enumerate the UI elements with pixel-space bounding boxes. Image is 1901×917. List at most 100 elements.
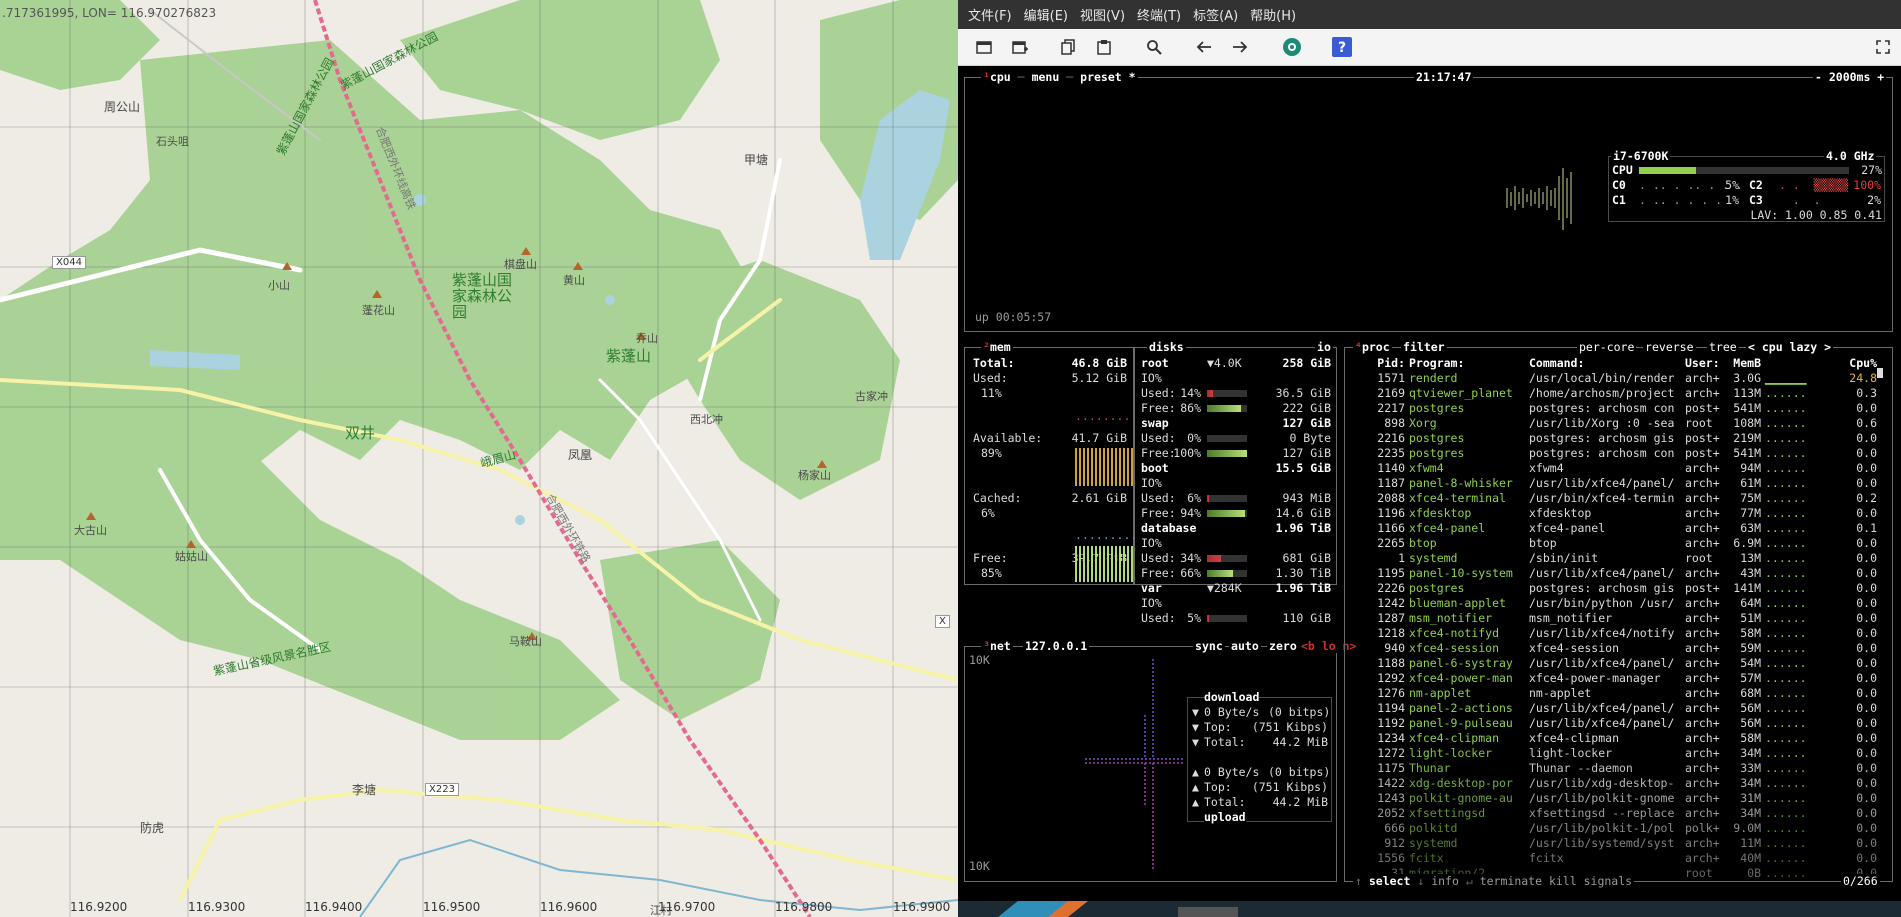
proc-row[interactable]: 1196 xfdesktop xfdesktop arch+ 77M 0.0...... [1345,506,1877,521]
disks-box: ddisks iio root▼4.0K258 GiBIO%Used:14%36… [1134,340,1337,625]
menu-terminal[interactable]: 终端(T) [1137,5,1181,24]
proc-row[interactable]: 1242 blueman-applet/usr/bin/python /usr/a… [1345,596,1877,611]
proc-row[interactable]: 666 polkitd/usr/lib/polkit-1/pol polk+ 9.0M… [1345,821,1877,836]
proc-row[interactable]: 2265 btop btop arch+ 6.9M 0.0...... [1345,536,1877,551]
proc-row[interactable]: 1175 Thunar Thunar --daemon arch+ 33M 0.0....… [1345,761,1877,776]
proc-pid: 1571 [1377,371,1405,385]
io-toggle[interactable]: iio [1315,340,1333,354]
copy-icon[interactable] [1056,35,1080,59]
net-interface[interactable]: 127.0.0.1 [1023,639,1090,653]
terminal-window[interactable]: 文件(F) 编辑(E) 视图(V) 终端(T) 标签(A) 帮助(H) ? ¹c… [958,0,1901,917]
menu-help[interactable]: 帮助(H) [1250,5,1296,24]
tree-toggle[interactable]: tree [1707,340,1739,354]
proc-filter[interactable]: ffilter [1401,340,1447,354]
disk-used-value: 681 GiB [1282,551,1331,565]
menu-view[interactable]: 视图(V) [1080,5,1125,24]
col-pid[interactable]: Pid: [1365,356,1405,371]
proc-row[interactable]: 1 systemd/sbin/init root 13M 0.0...... [1345,551,1877,566]
signals-action[interactable]: signals [1584,874,1632,888]
proc-row[interactable]: 1243 polkit-gnome-au/usr/lib/polkit-gnome… [1345,791,1877,806]
menu-edit[interactable]: 编辑(E) [1024,5,1068,24]
proc-row[interactable]: 1422 xdg-desktop-por/usr/lib/xdg-desktop-… [1345,776,1877,791]
net-auto-toggle[interactable]: aauto [1229,639,1261,653]
proc-row[interactable]: 1272 light-locker light-locker arch+ 34M 0.0.… [1345,746,1877,761]
settings-icon[interactable] [1280,35,1304,59]
info-action[interactable]: info [1431,874,1459,888]
disk-used-bar [1207,390,1247,397]
proc-row[interactable]: 1187 panel-8-whisker/usr/lib/xfce4/panel/… [1345,476,1877,491]
arrow-left-icon[interactable] [1192,35,1216,59]
proc-row[interactable]: 898 Xorg/usr/lib/Xorg :0 -sea root 108M 0.6.… [1345,416,1877,431]
proc-row[interactable]: 2216 postgres postgres: archosm gis post+ 21… [1345,431,1877,446]
proc-row[interactable]: 1194 panel-2-actions/usr/lib/xfce4/panel/… [1345,701,1877,716]
proc-cpu: 0.0 [1856,626,1877,640]
proc-row[interactable]: 1276 nm-applet nm-applet arch+ 68M 0.0...... [1345,686,1877,701]
col-command[interactable]: Command: [1529,356,1584,371]
proc-user: arch+ [1685,476,1720,490]
tab-preset[interactable]: ppreset * [1080,70,1136,84]
reverse-toggle[interactable]: rreverse [1643,340,1696,354]
proc-row[interactable]: 2217 postgres postgres: archosm con post+ 54… [1345,401,1877,416]
sort-selector[interactable]: < cpu lazy > [1746,340,1834,354]
proc-row[interactable]: 2235 postgres postgres: archosm con post+ 54… [1345,446,1877,461]
menu-file[interactable]: 文件(F) [968,5,1012,24]
proc-row[interactable]: 1195 panel-10-system/usr/lib/xfce4/panel/… [1345,566,1877,581]
proc-row[interactable]: 1234 xfce4-clipman xfce4-clipman arch+ 58M 0.… [1345,731,1877,746]
proc-command: fcitx [1529,851,1564,865]
proc-row[interactable]: 1556 fcitx fcitx arch+ 40M 0.0...... [1345,851,1877,866]
proc-row[interactable]: 1571 renderd/usr/local/bin/render arch+ 3.0… [1345,371,1877,386]
proc-user: polk+ [1685,821,1720,835]
net-zero-toggle[interactable]: zzero [1267,639,1299,653]
disk-size: 15.5 GiB [1275,461,1331,475]
upload-bits: (0 bitps) [1268,765,1331,779]
proc-command: /usr/lib/xfce4/panel/ [1529,701,1675,715]
proc-row[interactable]: 912 systemd/usr/lib/systemd/syst arch+ 11M 0… [1345,836,1877,851]
help-icon[interactable]: ? [1330,35,1354,59]
proc-row[interactable]: 1218 xfce4-notifyd/usr/lib/xfce4/notify ar… [1345,626,1877,641]
net-sync-toggle[interactable]: ssync [1193,639,1225,653]
terminal-console[interactable]: ¹cpu ─ mmenu ─ ppreset * 21:17:47 - 2000… [958,66,1901,901]
proc-command: /usr/bin/python /usr/ [1529,596,1675,610]
search-icon[interactable] [1142,35,1166,59]
proc-command: /home/archosm/project [1529,386,1675,400]
proc-row[interactable]: 1287 msm_notifier msm_notifier arch+ 51M 0.0.… [1345,611,1877,626]
new-window-icon[interactable] [1008,35,1032,59]
paste-icon[interactable] [1092,35,1116,59]
proc-cpu: 0.0 [1856,566,1877,580]
proc-pid: 1422 [1377,776,1405,790]
new-tab-icon[interactable] [972,35,996,59]
proc-row[interactable]: 1166 xfce4-panel xfce4-panel arch+ 63M 0.1...… [1345,521,1877,536]
fullscreen-icon[interactable] [1871,35,1895,59]
uptime: up 00:05:57 [975,310,1052,324]
col-program[interactable]: Program: [1409,356,1464,371]
terminate-action[interactable]: terminate [1480,874,1542,888]
col-user[interactable]: User: [1685,356,1720,371]
select-action[interactable]: select [1369,874,1411,888]
proc-row[interactable]: 1292 xfce4-power-man xfce4-power-manager ar… [1345,671,1877,686]
proc-user: arch+ [1685,686,1720,700]
menu-tabs[interactable]: 标签(A) [1193,5,1238,24]
proc-command: nm-applet [1529,686,1592,700]
proc-row[interactable]: 2226 postgres postgres: archosm gis post+ 14… [1345,581,1877,596]
proc-row[interactable]: 2088 xfce4-terminal/usr/bin/xfce4-termin a… [1345,491,1877,506]
proc-cpu-graph: ...... [1765,581,1807,595]
scrollbar-thumb[interactable] [1877,368,1883,378]
proc-pid: 1292 [1377,671,1405,685]
cpu-graph [1506,168,1572,230]
arrow-right-icon[interactable] [1228,35,1252,59]
tab-menu[interactable]: mmenu [1032,70,1060,84]
proc-row[interactable]: 2052 xfsettingsd xfsettingsd --replace arch… [1345,806,1877,821]
proc-row[interactable]: 940 xfce4-session xfce4-session arch+ 59M 0.0… [1345,641,1877,656]
col-cpu[interactable]: Cpu% [1841,356,1877,371]
proc-row[interactable]: 2169 qtviewer_planet/home/archosm/project… [1345,386,1877,401]
kill-action[interactable]: kill [1549,874,1577,888]
proc-row[interactable]: 1192 panel-9-pulseau/usr/lib/xfce4/panel/… [1345,716,1877,731]
proc-row[interactable]: 1140 xfwm4 xfwm4 arch+ 94M 0.0...... [1345,461,1877,476]
disk-name: root [1141,356,1169,370]
per-core-toggle[interactable]: per-core [1577,340,1637,354]
col-mem[interactable]: MemB [1725,356,1761,371]
map-view[interactable]: .717361995, LON= 116.970276823 周公山 石头咀 紫… [0,0,958,917]
update-interval[interactable]: - 2000ms + [1813,70,1887,84]
proc-row[interactable]: 1188 panel-6-systray/usr/lib/xfce4/panel/… [1345,656,1877,671]
tab-cpu[interactable]: ¹cpu [983,70,1011,84]
